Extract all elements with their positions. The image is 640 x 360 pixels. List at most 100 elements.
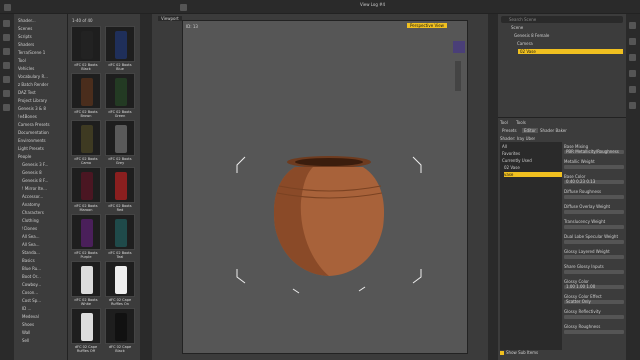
tree-item[interactable]: Coson... [22,290,68,295]
select-icon[interactable] [3,20,10,27]
render-icon[interactable] [3,104,10,111]
property-slider[interactable]: 0.40 0.23 0.13 [564,179,624,184]
content-thumbnail[interactable]: dFC 02 Boots Purple [71,214,101,259]
camera-icon[interactable] [629,54,636,61]
tree-item[interactable]: Terra/Scene 1 [18,50,64,55]
tree-item[interactable]: All Sea... [22,242,68,247]
content-thumbnail[interactable]: dFC 02 Boots Red [105,167,135,212]
content-thumbnail[interactable]: dFC 02 Boots Black [71,26,101,71]
viewport-tab[interactable]: Viewport [158,16,182,21]
surface-tree-item[interactable]: Favorites [502,151,562,156]
tree-item[interactable]: Shaders [18,42,64,47]
tree-item[interactable]: Cowboy... [22,282,68,287]
tree-item[interactable]: Basics [22,258,68,263]
property-row[interactable]: Base Color 0.40 0.23 0.13 [564,174,624,188]
scale-icon[interactable] [3,62,10,69]
subtab-shader-baker[interactable]: Shader Baker [540,128,567,133]
property-slider[interactable] [564,255,624,259]
surface-tree-item[interactable]: vase [504,172,562,177]
figure-icon[interactable] [629,86,636,93]
content-thumbnail[interactable]: dFC 02 Boots White [71,261,101,306]
property-slider[interactable] [564,330,624,334]
surface-tree-item[interactable]: All [502,144,562,149]
tree-item[interactable]: Project Library [18,98,64,103]
property-row[interactable]: Diffuse Roughness [564,189,624,203]
light-icon[interactable] [629,70,636,77]
tree-item[interactable]: Shader... [18,18,64,23]
viewport-canvas[interactable]: ID: 13 Perspective View [182,20,468,354]
property-slider[interactable] [564,195,624,199]
tree-item[interactable]: Blue Ru... [22,266,68,271]
tree-item[interactable]: Accessor... [22,194,68,199]
property-row[interactable]: Base Mixing PBR Metallicity/Roughness [564,144,624,158]
tree-item[interactable]: Environments [18,138,64,143]
node-icon[interactable] [3,76,10,83]
tab-tools[interactable]: Tools [516,120,526,125]
tab-tool[interactable]: Tool [500,120,508,125]
tree-item[interactable]: Boot Or... [22,274,68,279]
move-icon[interactable] [3,34,10,41]
tree-item[interactable]: !Clones [22,226,68,231]
scene-node[interactable]: 02 Vase [518,49,623,54]
property-slider[interactable] [564,210,624,214]
tree-item[interactable]: Vocabulary R... [18,74,64,79]
tree-item[interactable]: Medeval [22,314,68,319]
tree-item[interactable]: Tool [18,58,64,63]
property-row[interactable]: Diffuse Overlay Weight [564,204,624,218]
subtab-editor[interactable]: Editor [522,128,538,133]
subtab-presets[interactable]: Presets [502,128,517,133]
tree-item[interactable]: Genesis 3 F... [22,162,68,167]
property-slider[interactable] [564,225,624,229]
tree-item[interactable]: Characters [22,210,68,215]
scene-node[interactable]: Genesis 8 Female [512,33,623,38]
property-row[interactable]: Glossy Layered Weight [564,249,624,263]
content-thumbnail[interactable]: dFC 02 Boots Blue [105,26,135,71]
tree-item[interactable]: ! Mirror Ite... [22,186,68,191]
surface-tree-item[interactable]: Currently Used [502,158,562,163]
property-row[interactable]: Translucency Weight [564,219,624,233]
content-thumbnail[interactable]: dFC 02 Boots Green [105,73,135,118]
property-slider[interactable]: PBR Metallicity/Roughness [564,149,624,154]
scene-node[interactable]: Scene [509,25,623,30]
scene-node[interactable]: Camera [515,41,623,46]
tree-item[interactable]: Light Presets [18,146,64,151]
content-thumbnail[interactable]: dFC 02 Boots Maroon [71,167,101,212]
tree-item[interactable]: Cost Sp... [22,298,68,303]
content-thumbnail[interactable]: dFC 02 Boots Grey [105,120,135,165]
tree-item[interactable]: Genesis 3 & 8 [18,106,64,111]
content-thumbnail[interactable]: dFC 02 Cape Black [105,308,135,353]
property-row[interactable]: Metallic Weight [564,159,624,173]
tree-item[interactable]: Clothing [22,218,68,223]
property-slider[interactable] [564,165,624,169]
tree-item[interactable]: Camera Presets [18,122,64,127]
gear-icon[interactable] [629,102,636,109]
tree-item[interactable]: Scenes [18,26,64,31]
lock-icon[interactable] [629,22,636,29]
property-slider[interactable] [564,240,624,244]
tree-item[interactable]: Anatomy [22,202,68,207]
property-slider[interactable]: 1.00 1.00 1.00 [564,284,624,289]
content-thumbnail[interactable]: dFC 02 Boots Camo [71,120,101,165]
property-slider[interactable]: Scatter Only [564,299,624,304]
tree-item[interactable]: Genesis 8 F... [22,178,68,183]
content-thumbnail[interactable]: dFC 02 Cape Ruffles Off [71,308,101,353]
property-slider[interactable] [564,315,624,319]
property-row[interactable]: Glossy Roughness [564,324,624,338]
property-row[interactable]: Glossy Color Effect Scatter Only [564,294,624,308]
tree-item[interactable]: Wall [22,330,68,335]
tree-item[interactable]: Documentation [18,130,64,135]
rotate-icon[interactable] [3,48,10,55]
tree-item[interactable]: Shoes [22,322,68,327]
property-row[interactable]: Share Glossy Inputs [564,264,624,278]
tree-item[interactable]: Vehicles [18,66,64,71]
show-sub-items-checkbox[interactable] [500,351,504,355]
property-row[interactable]: Glossy Color 1.00 1.00 1.00 [564,279,624,293]
tree-item[interactable]: ID ... [22,306,68,311]
surface-tree-item[interactable]: 02 Vase [504,165,562,170]
menu-icon[interactable] [4,4,11,11]
tool-icon[interactable] [180,4,187,11]
property-row[interactable]: Glossy Reflectivity [564,309,624,323]
property-slider[interactable] [564,270,624,274]
tree-item[interactable]: Genesis 8 [22,170,68,175]
content-thumbnail[interactable]: dFC 02 Boots Teal [105,214,135,259]
